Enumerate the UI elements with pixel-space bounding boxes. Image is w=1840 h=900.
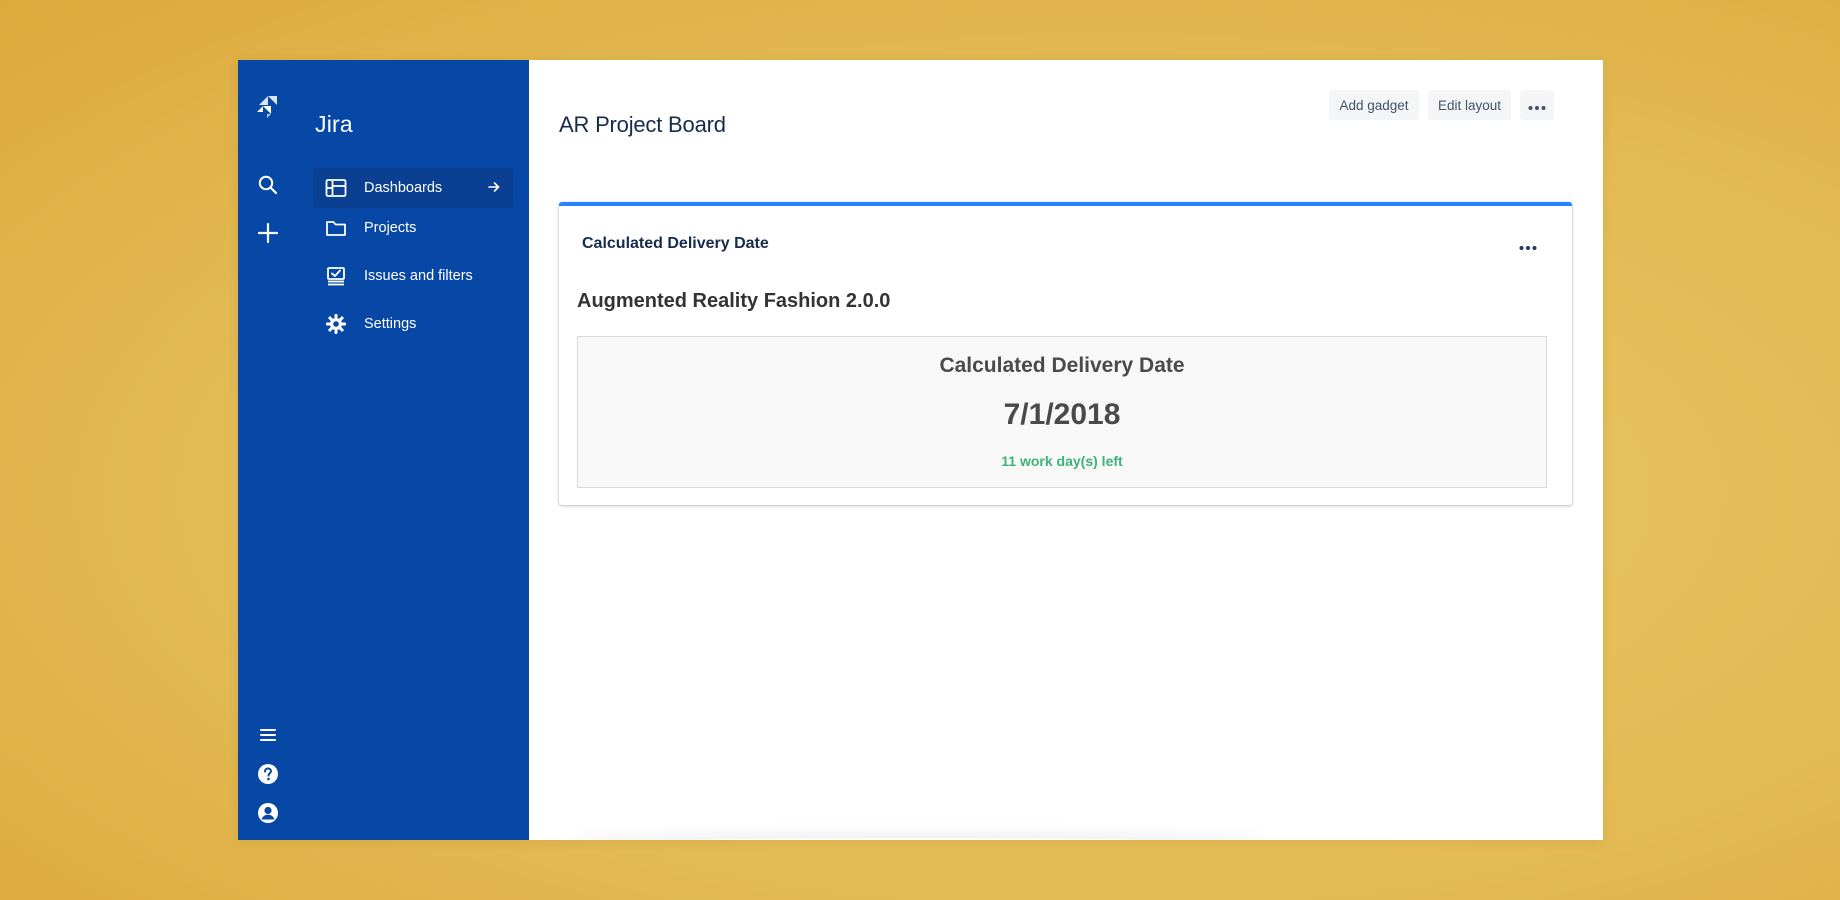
sidebar-item-label: Projects [364,220,417,236]
arrow-right-icon [487,180,501,198]
delivery-date: 7/1/2018 [1003,398,1121,431]
delivery-date-gadget: Calculated Delivery Date Augmented Reali… [559,202,1572,505]
edit-layout-button[interactable]: Edit layout [1428,90,1511,120]
sidebar-item-issues-and-filters[interactable]: Issues and filters [313,256,513,296]
sidebar-item-settings[interactable]: Settings [313,304,513,344]
sidebar-item-dashboards[interactable]: Dashboards [313,168,513,208]
scroll-shadow [569,838,1269,840]
sidebar-item-projects[interactable]: Projects [313,208,513,248]
delivery-result-panel: Calculated Delivery Date 7/1/2018 11 wor… [577,336,1547,488]
page-title: AR Project Board [559,112,726,137]
add-gadget-button[interactable]: Add gadget [1329,90,1419,120]
search-icon[interactable] [255,172,281,198]
version-name: Augmented Reality Fashion 2.0.0 [577,290,891,312]
more-actions-button[interactable] [1520,90,1554,120]
jira-window: Jira Dashboards Projects Issues and filt… [238,60,1603,840]
gadget-menu-button[interactable] [1516,236,1540,256]
product-name: Jira [315,111,353,137]
help-icon[interactable] [255,761,281,787]
menu-icon[interactable] [255,722,281,748]
sidebar-item-label: Issues and filters [364,268,473,284]
issues-icon [324,264,348,288]
gear-icon [324,312,348,336]
more-icon [1528,98,1546,113]
dashboard-icon [324,176,348,200]
product-navigation: Jira Dashboards Projects Issues and filt… [298,60,529,840]
jira-logo-icon[interactable] [255,94,281,120]
more-icon [1519,237,1537,255]
sidebar-item-label: Settings [364,316,417,332]
sidebar-item-label: Dashboards [364,180,443,196]
main-content: AR Project Board Add gadget Edit layout … [529,60,1603,840]
result-heading: Calculated Delivery Date [939,354,1185,377]
days-left-status: 11 work day(s) left [1001,453,1123,469]
create-icon[interactable] [255,220,281,246]
folder-icon [324,216,348,240]
global-navigation [238,60,298,840]
profile-icon[interactable] [255,800,281,826]
gadget-title: Calculated Delivery Date [582,235,769,252]
